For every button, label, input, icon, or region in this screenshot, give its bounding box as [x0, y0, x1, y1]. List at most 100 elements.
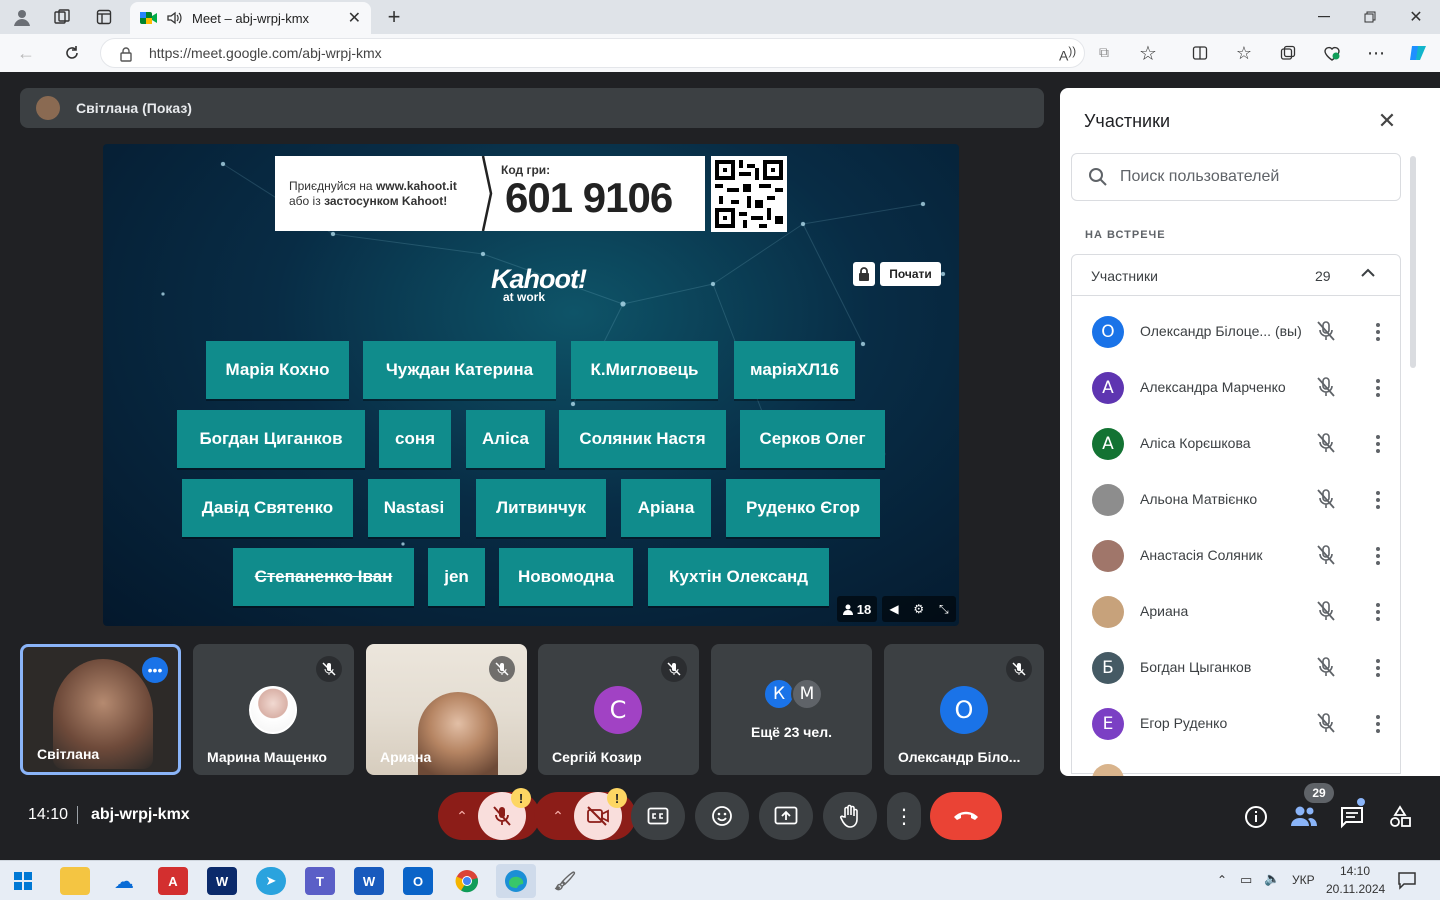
profile-icon[interactable]	[10, 6, 34, 28]
favorites-icon[interactable]: ☆	[1232, 41, 1256, 65]
more-actions-icon[interactable]	[1366, 544, 1390, 573]
network-icon[interactable]: ▭	[1240, 872, 1252, 888]
meeting-info-icon[interactable]	[1244, 805, 1268, 829]
participant-row[interactable]: А Александра Марченко	[1060, 360, 1440, 416]
avatar: А	[1092, 372, 1124, 404]
meet-logo-icon	[140, 12, 157, 24]
people-icon[interactable]	[1290, 805, 1318, 829]
participant-row[interactable]: Альона Матвієнко	[1060, 472, 1440, 528]
presenter-avatar	[36, 96, 60, 120]
participant-tile-svitlana[interactable]: ••• Світлана	[20, 644, 181, 775]
outlook-icon[interactable]: O	[403, 867, 433, 895]
windows-taskbar: ☁ A W ➤ T W O 🖌 ⌃ ▭ 🔈 УКР 14:10 20.11.20…	[0, 860, 1440, 900]
captions-button[interactable]	[631, 792, 685, 840]
restore-icon[interactable]	[1358, 6, 1382, 28]
back-icon[interactable]: ←	[14, 41, 38, 65]
copilot-icon[interactable]	[1406, 41, 1430, 65]
more-actions-icon[interactable]	[1366, 712, 1390, 741]
participant-tile-oleksandr[interactable]: О Олександр Біло...	[884, 644, 1044, 775]
more-actions-icon[interactable]	[1366, 488, 1390, 517]
close-tab-icon[interactable]: ✕	[348, 8, 361, 28]
camera-options-chevron-icon[interactable]: ⌃	[546, 806, 570, 826]
search-participants[interactable]: Поиск пользователей	[1071, 153, 1401, 201]
browser-tab[interactable]: Meet – abj-wrpj-kmx ✕	[130, 2, 371, 34]
more-actions-icon[interactable]	[1366, 376, 1390, 405]
participant-tile-serhii[interactable]: С Сергій Козир	[538, 644, 699, 775]
paint-icon[interactable]: 🖌	[550, 867, 580, 895]
settings-icon[interactable]: ⚙	[913, 602, 924, 616]
more-actions-icon[interactable]	[1366, 320, 1390, 349]
lock-icon[interactable]	[119, 46, 133, 62]
more-actions-icon[interactable]	[1366, 600, 1390, 629]
participant-row[interactable]: О Олександр Білоце... (вы)	[1060, 304, 1440, 360]
volume-tray-icon[interactable]: 🔈	[1264, 871, 1280, 887]
participant-row[interactable]: Ариана	[1060, 584, 1440, 640]
chat-icon[interactable]	[1340, 805, 1364, 829]
fullscreen-icon[interactable]: ⤡	[939, 602, 949, 617]
lock-game-icon[interactable]	[853, 262, 875, 286]
tab-actions-icon[interactable]	[92, 6, 116, 28]
browser-essentials-icon[interactable]	[1320, 41, 1344, 65]
group-header[interactable]: Участники 29	[1071, 254, 1401, 296]
onedrive-icon[interactable]: ☁	[109, 867, 139, 895]
others-tile[interactable]: К М Ещё 23 чел.	[711, 644, 872, 775]
meeting-code: abj-wrpj-kmx	[91, 806, 190, 823]
word-icon[interactable]: W	[354, 867, 384, 895]
participant-row[interactable]: Б Богдан Цыганков	[1060, 640, 1440, 696]
volume-icon[interactable]: ◀	[889, 602, 898, 616]
read-aloud-icon[interactable]: A))	[1059, 45, 1076, 64]
telegram-icon[interactable]: ➤	[256, 867, 286, 895]
split-screen-icon[interactable]	[1188, 41, 1212, 65]
tile-label: Світлана	[37, 746, 100, 762]
windows-start-icon[interactable]	[14, 872, 32, 895]
mic-off-icon	[1316, 320, 1336, 347]
show-hidden-icons[interactable]: ⌃	[1217, 873, 1227, 887]
notifications-icon[interactable]	[1397, 870, 1417, 890]
tile-label: Ариана	[380, 749, 432, 765]
reactions-button[interactable]	[695, 792, 749, 840]
activities-icon[interactable]	[1388, 805, 1412, 829]
captions-icon	[647, 807, 669, 825]
app-available-icon[interactable]: ⧉	[1099, 44, 1109, 61]
favorite-star-icon[interactable]: ☆	[1136, 41, 1160, 65]
avatar-initial: С	[594, 686, 642, 734]
edge-icon[interactable]	[496, 864, 536, 898]
close-window-icon[interactable]: ✕	[1404, 6, 1428, 28]
player-name: Кухтін Олександ	[648, 548, 829, 606]
start-button[interactable]: Почати	[880, 262, 941, 286]
language-indicator[interactable]: УКР	[1292, 873, 1315, 887]
chrome-icon[interactable]	[452, 867, 482, 895]
more-actions-icon[interactable]	[1366, 656, 1390, 685]
speaker-icon[interactable]	[166, 10, 182, 26]
acrobat-icon[interactable]: A	[158, 867, 188, 895]
teams-icon[interactable]: T	[305, 867, 335, 895]
url-field[interactable]: https://meet.google.com/abj-wrpj-kmx A))…	[100, 38, 1109, 68]
chevron-up-icon[interactable]	[1361, 268, 1375, 278]
mic-off-icon	[661, 656, 687, 682]
participant-tile-ariana[interactable]: Ариана	[366, 644, 527, 775]
collections-icon[interactable]	[1276, 41, 1300, 65]
participant-tile-marina[interactable]: Марина Мащенко	[193, 644, 354, 775]
panel-scrollbar[interactable]	[1410, 156, 1416, 368]
present-button[interactable]	[759, 792, 813, 840]
reload-icon[interactable]	[60, 41, 84, 65]
player-name-removed[interactable]: Степаненко Іван	[233, 548, 414, 606]
close-panel-icon[interactable]: ✕	[1374, 108, 1400, 134]
raise-hand-button[interactable]	[823, 792, 877, 840]
file-explorer-icon[interactable]	[60, 867, 90, 895]
more-menu-icon[interactable]: ⋯	[1364, 41, 1388, 65]
participant-row[interactable]: Анастасія Соляник	[1060, 528, 1440, 584]
leave-call-button[interactable]	[930, 792, 1002, 840]
participant-row[interactable]: А Аліса Корєшкова	[1060, 416, 1440, 472]
new-tab-icon[interactable]: +	[382, 4, 406, 29]
workspaces-icon[interactable]	[50, 6, 74, 28]
more-actions-icon[interactable]	[1366, 432, 1390, 461]
mic-options-chevron-icon[interactable]: ⌃	[450, 806, 474, 826]
participant-row-partial[interactable]	[1060, 752, 1440, 776]
emoji-icon	[712, 806, 732, 826]
more-options-icon[interactable]: ⋮	[887, 792, 921, 840]
more-options-icon[interactable]: •••	[142, 657, 168, 683]
webex-icon[interactable]: W	[207, 867, 237, 895]
minimize-icon[interactable]	[1312, 6, 1336, 28]
participant-row[interactable]: Е Егор Руденко	[1060, 696, 1440, 752]
